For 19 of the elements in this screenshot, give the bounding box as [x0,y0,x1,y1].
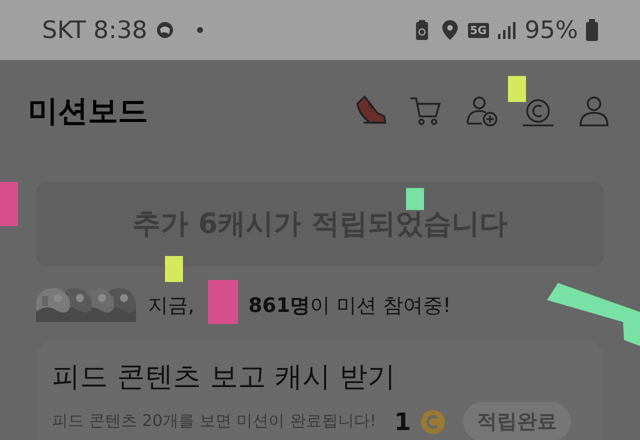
network-type: 5G [468,22,489,38]
signal-icon [496,19,517,41]
reward-amount: 1 [394,408,411,436]
page-title: 미션보드 [28,92,148,130]
app-notification-icon [155,19,176,41]
mission-title: 피드 콘텐츠 보고 캐시 받기 [52,359,397,395]
confetti-piece [0,182,18,226]
location-icon [440,19,460,41]
confetti-piece [208,280,238,324]
battery-percent: 95% [524,16,578,44]
participant-prefix: 지금, [148,292,194,318]
confetti-piece [406,188,424,210]
confetti-piece [508,76,526,102]
battery-icon [586,19,598,41]
confetti-piece [165,256,183,282]
carrier-time: SKT 8:38 [42,16,148,44]
coin-icon [420,410,445,434]
dot-icon [197,27,204,33]
participant-count: 861명이 미션 참여중! [248,292,451,318]
